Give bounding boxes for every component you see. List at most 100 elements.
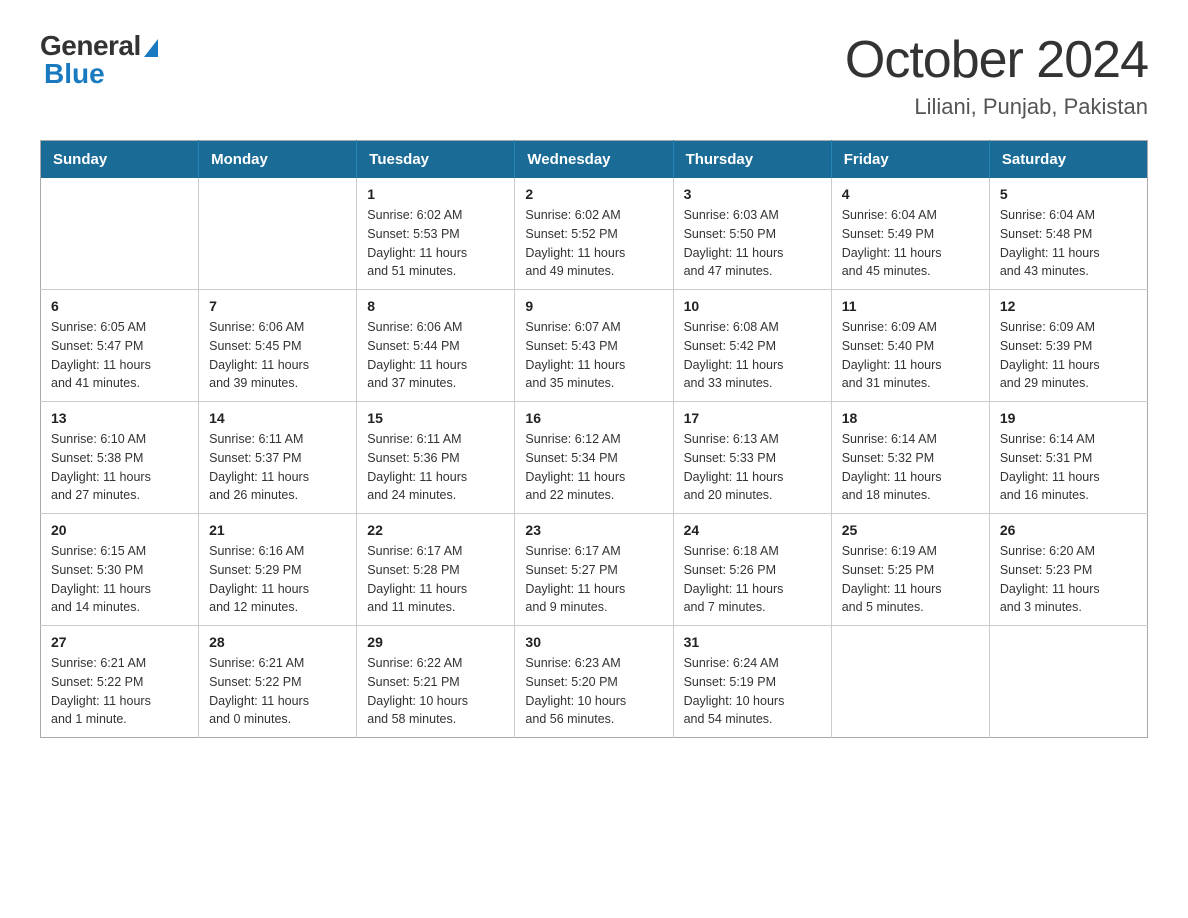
day-info: Sunrise: 6:17 AM Sunset: 5:28 PM Dayligh… bbox=[367, 542, 504, 617]
calendar-cell bbox=[41, 178, 199, 290]
day-number: 29 bbox=[367, 634, 504, 650]
calendar-cell: 31 Sunrise: 6:24 AM Sunset: 5:19 PM Dayli… bbox=[673, 626, 831, 738]
day-number: 28 bbox=[209, 634, 346, 650]
day-number: 21 bbox=[209, 522, 346, 538]
calendar-cell: 20 Sunrise: 6:15 AM Sunset: 5:30 PM Dayli… bbox=[41, 514, 199, 626]
day-info: Sunrise: 6:21 AM Sunset: 5:22 PM Dayligh… bbox=[51, 654, 188, 729]
day-info: Sunrise: 6:24 AM Sunset: 5:19 PM Dayligh… bbox=[684, 654, 821, 729]
calendar-table: SundayMondayTuesdayWednesdayThursdayFrid… bbox=[40, 140, 1148, 738]
calendar-cell: 29Sunrise: 6:22 AM Sunset: 5:21 PM Dayli… bbox=[357, 626, 515, 738]
day-info: Sunrise: 6:07 AM Sunset: 5:43 PM Dayligh… bbox=[525, 318, 662, 393]
calendar-cell: 8 Sunrise: 6:06 AM Sunset: 5:44 PM Daylig… bbox=[357, 290, 515, 402]
day-info: Sunrise: 6:10 AM Sunset: 5:38 PM Dayligh… bbox=[51, 430, 188, 505]
calendar-week-row: 1 Sunrise: 6:02 AM Sunset: 5:53 PM Daylig… bbox=[41, 178, 1148, 290]
calendar-cell: 18 Sunrise: 6:14 AM Sunset: 5:32 PM Dayli… bbox=[831, 402, 989, 514]
day-info: Sunrise: 6:04 AM Sunset: 5:48 PM Dayligh… bbox=[1000, 206, 1137, 281]
day-info: Sunrise: 6:06 AM Sunset: 5:44 PM Dayligh… bbox=[367, 318, 504, 393]
calendar-cell: 27 Sunrise: 6:21 AM Sunset: 5:22 PM Dayli… bbox=[41, 626, 199, 738]
calendar-cell: 28 Sunrise: 6:21 AM Sunset: 5:22 PM Dayli… bbox=[199, 626, 357, 738]
day-number: 12 bbox=[1000, 298, 1137, 314]
day-info: Sunrise: 6:18 AM Sunset: 5:26 PM Dayligh… bbox=[684, 542, 821, 617]
calendar-cell: 11 Sunrise: 6:09 AM Sunset: 5:40 PM Dayli… bbox=[831, 290, 989, 402]
day-info: Sunrise: 6:06 AM Sunset: 5:45 PM Dayligh… bbox=[209, 318, 346, 393]
day-number: 25 bbox=[842, 522, 979, 538]
calendar-week-row: 27 Sunrise: 6:21 AM Sunset: 5:22 PM Dayli… bbox=[41, 626, 1148, 738]
day-number: 31 bbox=[684, 634, 821, 650]
day-info: Sunrise: 6:21 AM Sunset: 5:22 PM Dayligh… bbox=[209, 654, 346, 729]
day-info: Sunrise: 6:09 AM Sunset: 5:39 PM Dayligh… bbox=[1000, 318, 1137, 393]
calendar-cell: 5 Sunrise: 6:04 AM Sunset: 5:48 PM Daylig… bbox=[989, 178, 1147, 290]
title-block: October 2024 Liliani, Punjab, Pakistan bbox=[845, 30, 1148, 120]
day-number: 6 bbox=[51, 298, 188, 314]
calendar-week-row: 6Sunrise: 6:05 AM Sunset: 5:47 PM Daylig… bbox=[41, 290, 1148, 402]
subtitle: Liliani, Punjab, Pakistan bbox=[845, 94, 1148, 120]
day-number: 16 bbox=[525, 410, 662, 426]
calendar-cell: 13 Sunrise: 6:10 AM Sunset: 5:38 PM Dayli… bbox=[41, 402, 199, 514]
weekday-header: Thursday bbox=[673, 141, 831, 179]
logo: General Blue bbox=[40, 30, 158, 90]
calendar-cell: 12 Sunrise: 6:09 AM Sunset: 5:39 PM Dayli… bbox=[989, 290, 1147, 402]
calendar-cell: 26 Sunrise: 6:20 AM Sunset: 5:23 PM Dayli… bbox=[989, 514, 1147, 626]
calendar-week-row: 13 Sunrise: 6:10 AM Sunset: 5:38 PM Dayli… bbox=[41, 402, 1148, 514]
day-number: 11 bbox=[842, 298, 979, 314]
calendar-cell: 25Sunrise: 6:19 AM Sunset: 5:25 PM Dayli… bbox=[831, 514, 989, 626]
day-number: 9 bbox=[525, 298, 662, 314]
day-number: 27 bbox=[51, 634, 188, 650]
day-number: 20 bbox=[51, 522, 188, 538]
day-info: Sunrise: 6:04 AM Sunset: 5:49 PM Dayligh… bbox=[842, 206, 979, 281]
calendar-cell: 15Sunrise: 6:11 AM Sunset: 5:36 PM Dayli… bbox=[357, 402, 515, 514]
day-number: 13 bbox=[51, 410, 188, 426]
day-number: 24 bbox=[684, 522, 821, 538]
day-info: Sunrise: 6:09 AM Sunset: 5:40 PM Dayligh… bbox=[842, 318, 979, 393]
calendar-cell: 19Sunrise: 6:14 AM Sunset: 5:31 PM Dayli… bbox=[989, 402, 1147, 514]
calendar-cell: 1 Sunrise: 6:02 AM Sunset: 5:53 PM Daylig… bbox=[357, 178, 515, 290]
main-title: October 2024 bbox=[845, 30, 1148, 90]
calendar-cell: 3Sunrise: 6:03 AM Sunset: 5:50 PM Daylig… bbox=[673, 178, 831, 290]
day-info: Sunrise: 6:14 AM Sunset: 5:32 PM Dayligh… bbox=[842, 430, 979, 505]
calendar-cell: 4 Sunrise: 6:04 AM Sunset: 5:49 PM Daylig… bbox=[831, 178, 989, 290]
weekday-header: Sunday bbox=[41, 141, 199, 179]
day-number: 23 bbox=[525, 522, 662, 538]
day-info: Sunrise: 6:02 AM Sunset: 5:53 PM Dayligh… bbox=[367, 206, 504, 281]
calendar-cell: 9 Sunrise: 6:07 AM Sunset: 5:43 PM Daylig… bbox=[515, 290, 673, 402]
weekday-header: Saturday bbox=[989, 141, 1147, 179]
calendar-cell: 10Sunrise: 6:08 AM Sunset: 5:42 PM Dayli… bbox=[673, 290, 831, 402]
day-info: Sunrise: 6:02 AM Sunset: 5:52 PM Dayligh… bbox=[525, 206, 662, 281]
weekday-header: Tuesday bbox=[357, 141, 515, 179]
day-number: 2 bbox=[525, 186, 662, 202]
calendar-cell: 21 Sunrise: 6:16 AM Sunset: 5:29 PM Dayli… bbox=[199, 514, 357, 626]
day-number: 19 bbox=[1000, 410, 1137, 426]
day-info: Sunrise: 6:15 AM Sunset: 5:30 PM Dayligh… bbox=[51, 542, 188, 617]
day-number: 30 bbox=[525, 634, 662, 650]
weekday-header: Wednesday bbox=[515, 141, 673, 179]
day-number: 26 bbox=[1000, 522, 1137, 538]
logo-arrow-icon bbox=[144, 39, 158, 57]
day-number: 7 bbox=[209, 298, 346, 314]
weekday-header: Friday bbox=[831, 141, 989, 179]
day-number: 15 bbox=[367, 410, 504, 426]
day-info: Sunrise: 6:13 AM Sunset: 5:33 PM Dayligh… bbox=[684, 430, 821, 505]
day-info: Sunrise: 6:03 AM Sunset: 5:50 PM Dayligh… bbox=[684, 206, 821, 281]
calendar-week-row: 20 Sunrise: 6:15 AM Sunset: 5:30 PM Dayli… bbox=[41, 514, 1148, 626]
day-info: Sunrise: 6:12 AM Sunset: 5:34 PM Dayligh… bbox=[525, 430, 662, 505]
weekday-header: Monday bbox=[199, 141, 357, 179]
calendar-cell: 2 Sunrise: 6:02 AM Sunset: 5:52 PM Daylig… bbox=[515, 178, 673, 290]
day-info: Sunrise: 6:23 AM Sunset: 5:20 PM Dayligh… bbox=[525, 654, 662, 729]
day-number: 4 bbox=[842, 186, 979, 202]
calendar-cell: 16 Sunrise: 6:12 AM Sunset: 5:34 PM Dayli… bbox=[515, 402, 673, 514]
calendar-header-row: SundayMondayTuesdayWednesdayThursdayFrid… bbox=[41, 141, 1148, 179]
calendar-cell: 6Sunrise: 6:05 AM Sunset: 5:47 PM Daylig… bbox=[41, 290, 199, 402]
day-number: 18 bbox=[842, 410, 979, 426]
calendar-cell bbox=[989, 626, 1147, 738]
day-number: 5 bbox=[1000, 186, 1137, 202]
day-number: 8 bbox=[367, 298, 504, 314]
calendar-cell: 14 Sunrise: 6:11 AM Sunset: 5:37 PM Dayli… bbox=[199, 402, 357, 514]
calendar-cell: 30 Sunrise: 6:23 AM Sunset: 5:20 PM Dayli… bbox=[515, 626, 673, 738]
calendar-cell bbox=[199, 178, 357, 290]
calendar-cell: 7 Sunrise: 6:06 AM Sunset: 5:45 PM Daylig… bbox=[199, 290, 357, 402]
day-info: Sunrise: 6:20 AM Sunset: 5:23 PM Dayligh… bbox=[1000, 542, 1137, 617]
day-info: Sunrise: 6:11 AM Sunset: 5:37 PM Dayligh… bbox=[209, 430, 346, 505]
day-number: 1 bbox=[367, 186, 504, 202]
day-number: 14 bbox=[209, 410, 346, 426]
day-info: Sunrise: 6:16 AM Sunset: 5:29 PM Dayligh… bbox=[209, 542, 346, 617]
